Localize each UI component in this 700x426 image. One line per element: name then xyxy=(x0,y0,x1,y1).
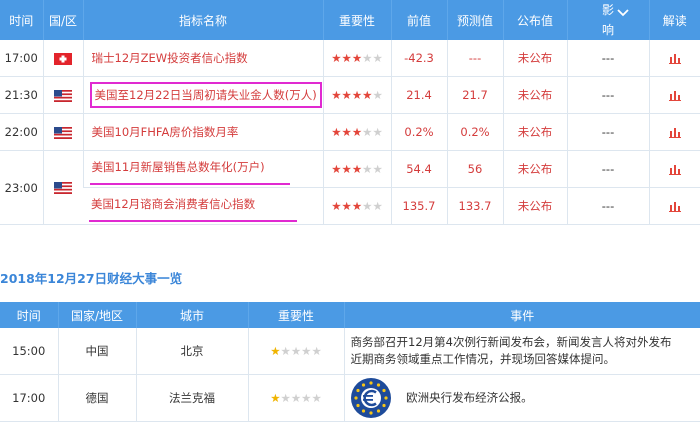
table-row[interactable]: 21:30 美国至12月22日当周初请失业金人数(万人) ★★★★★ 21.4 … xyxy=(0,76,700,114)
event-description: 欧洲央行发布经济公报。 xyxy=(343,374,700,422)
bar-chart-icon[interactable] xyxy=(648,113,700,151)
header-actual: 公布值 xyxy=(502,0,567,40)
usa-flag-icon xyxy=(42,76,83,114)
header-time: 时间 xyxy=(0,0,43,40)
table-header: 时间 国/区 指标名称 重要性 前值 预测值 公布值 影 响 解读 xyxy=(0,0,700,40)
event-city: 法兰克福 xyxy=(135,374,248,422)
previous-value: 54.4 xyxy=(390,150,447,188)
header-region: 国/区 xyxy=(42,0,83,40)
header-importance: 重要性 xyxy=(322,0,391,40)
header-importance: 重要性 xyxy=(247,302,344,328)
bar-chart-icon[interactable] xyxy=(648,40,700,77)
header-previous: 前值 xyxy=(390,0,447,40)
importance-stars: ★★★★★ xyxy=(322,76,391,114)
previous-value: 21.4 xyxy=(390,76,447,114)
table-row: 17:00 德国 法兰克福 ★★★★★ 欧洲央行发布经济公报。 xyxy=(0,374,700,422)
forecast-value: 0.2% xyxy=(446,113,503,151)
table-row[interactable]: 23:00 美国11月新屋销售总数年化(万户) ★★★★★ 54.4 56 未公… xyxy=(0,150,700,225)
indicator-link[interactable]: 美国12月谘商会消费者信心指数 xyxy=(89,190,297,222)
header-country: 国家/地区 xyxy=(57,302,136,328)
event-line: 欧洲央行发布经济公报。 xyxy=(406,390,533,405)
indicator-name[interactable]: 美国12月谘商会消费者信心指数 xyxy=(83,187,323,225)
economic-calendar-table: 时间 国/区 指标名称 重要性 前值 预测值 公布值 影 响 解读 17:00 … xyxy=(0,0,700,225)
chevron-down-icon[interactable] xyxy=(616,6,629,20)
header-time: 时间 xyxy=(0,302,58,328)
actual-value: 未公布 xyxy=(502,40,567,77)
switzerland-flag-icon xyxy=(42,40,83,77)
event-time: 17:00 xyxy=(0,374,58,422)
previous-value: -42.3 xyxy=(390,40,447,77)
importance-stars: ★★★★★ xyxy=(322,40,391,77)
importance-stars: ★★★★★ xyxy=(322,150,391,188)
importance-stars: ★★★★★ xyxy=(247,374,344,422)
actual-value: 未公布 xyxy=(502,150,567,188)
usa-flag-icon xyxy=(42,113,83,151)
previous-value: 135.7 xyxy=(390,187,447,225)
bar-chart-icon[interactable] xyxy=(648,150,700,188)
usa-flag-icon xyxy=(42,150,83,225)
table-row: 15:00 中国 北京 ★★★★★ 商务部召开12月第4次例行新闻发布会，新闻发… xyxy=(0,328,700,375)
actual-value: 未公布 xyxy=(502,113,567,151)
impact-value: --- xyxy=(566,150,649,188)
indicator-link[interactable]: 美国11月新屋销售总数年化(万户) xyxy=(89,153,290,185)
event-city: 北京 xyxy=(135,328,248,375)
table-header: 时间 国家/地区 城市 重要性 事件 xyxy=(0,302,700,328)
header-event: 事件 xyxy=(343,302,700,328)
event-description: 商务部召开12月第4次例行新闻发布会，新闻发言人将对外发布 近期商务领域重点工作… xyxy=(343,328,700,375)
header-analysis: 解读 xyxy=(648,0,700,40)
bar-chart-icon[interactable] xyxy=(648,187,700,225)
forecast-value: 56 xyxy=(446,150,503,188)
section-title: 2018年12月27日财经大事一览 xyxy=(0,271,183,286)
actual-value: 未公布 xyxy=(502,187,567,225)
table-row[interactable]: 22:00 美国10月FHFA房价指数月率 ★★★★★ 0.2% 0.2% 未公… xyxy=(0,113,700,151)
row-time: 17:00 xyxy=(0,40,43,77)
impact-value: --- xyxy=(566,40,649,77)
row-time: 21:30 xyxy=(0,76,43,114)
row-time: 22:00 xyxy=(0,113,43,151)
importance-stars: ★★★★★ xyxy=(322,187,391,225)
impact-value: --- xyxy=(566,76,649,114)
indicator-name[interactable]: 美国至12月22日当周初请失业金人数(万人) xyxy=(82,76,323,114)
bar-chart-icon[interactable] xyxy=(648,76,700,114)
event-line: 商务部召开12月第4次例行新闻发布会，新闻发言人将对外发布 xyxy=(350,335,672,349)
previous-value: 0.2% xyxy=(390,113,447,151)
euro-icon xyxy=(350,378,391,418)
importance-stars: ★★★★★ xyxy=(322,113,391,151)
impact-value: --- xyxy=(566,113,649,151)
indicator-link[interactable]: 美国至12月22日当周初请失业金人数(万人) xyxy=(89,82,322,108)
event-time: 15:00 xyxy=(0,328,58,375)
indicator-link[interactable]: 美国10月FHFA房价指数月率 xyxy=(90,122,241,142)
indicator-name[interactable]: 美国11月新屋销售总数年化(万户) xyxy=(82,150,323,188)
forecast-value: 133.7 xyxy=(446,187,503,225)
event-line: 近期商务领域重点工作情况，并现场回答媒体提问。 xyxy=(350,352,616,366)
event-country: 中国 xyxy=(57,328,136,375)
header-forecast: 预测值 xyxy=(446,0,503,40)
actual-value: 未公布 xyxy=(502,76,567,114)
indicator-link[interactable]: 瑞士12月ZEW投资者信心指数 xyxy=(90,48,250,68)
importance-stars: ★★★★★ xyxy=(247,328,344,375)
events-table: 时间 国家/地区 城市 重要性 事件 15:00 中国 北京 ★★★★★ 商务部… xyxy=(0,302,700,422)
header-impact[interactable]: 影 响 xyxy=(566,0,649,40)
header-city: 城市 xyxy=(135,302,248,328)
header-indicator: 指标名称 xyxy=(82,0,323,40)
impact-value: --- xyxy=(566,187,649,225)
forecast-value: --- xyxy=(446,40,503,77)
indicator-name[interactable]: 瑞士12月ZEW投资者信心指数 xyxy=(82,40,323,77)
event-country: 德国 xyxy=(57,374,136,422)
header-impact-label: 影 响 xyxy=(601,3,627,37)
row-time: 23:00 xyxy=(0,150,43,225)
table-row[interactable]: 17:00 瑞士12月ZEW投资者信心指数 ★★★★★ -42.3 --- 未公… xyxy=(0,40,700,77)
indicator-name[interactable]: 美国10月FHFA房价指数月率 xyxy=(82,113,323,151)
forecast-value: 21.7 xyxy=(446,76,503,114)
table-row[interactable]: 美国12月谘商会消费者信心指数 ★★★★★ 135.7 133.7 未公布 --… xyxy=(0,187,700,225)
